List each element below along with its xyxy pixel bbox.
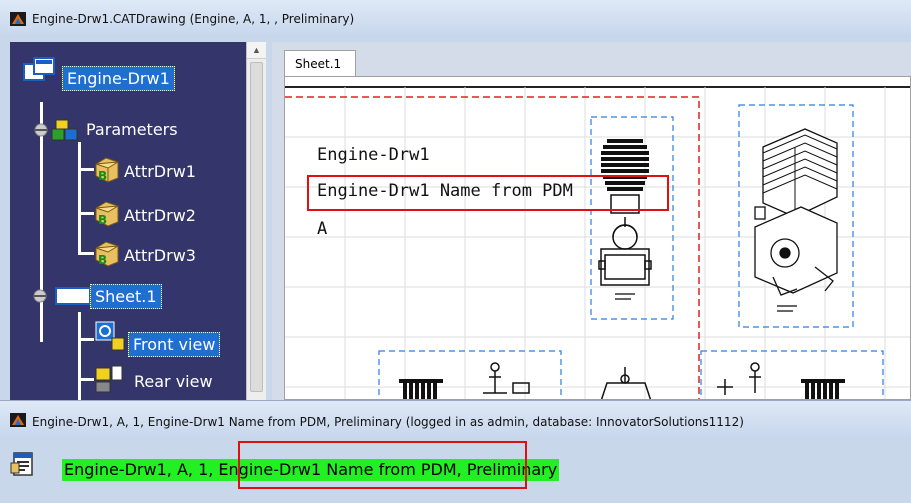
attribute-icon[interactable]: B	[92, 238, 122, 268]
drawing-area: Sheet.1 Engine-Drw1 Engine-Drw1 Name fro…	[272, 42, 911, 400]
svg-text:B: B	[98, 169, 107, 183]
attribute-icon[interactable]: B	[92, 154, 122, 184]
app-document-icon[interactable]	[10, 451, 36, 477]
attribute-icon[interactable]: B	[92, 198, 122, 228]
tree-item-attrdrw3[interactable]: AttrDrw3	[124, 246, 196, 265]
properties-window-title: Engine-Drw1, A, 1, Engine-Drw1 Name from…	[32, 415, 744, 429]
tree-item-attrdrw2[interactable]: AttrDrw2	[124, 206, 196, 225]
tree-scrollbar[interactable]: ▲	[246, 42, 266, 400]
sheet-icon[interactable]	[30, 286, 92, 306]
pdm-name-field-highlight-box	[238, 441, 527, 489]
product-icon[interactable]	[22, 56, 58, 86]
tree-item-sheet1[interactable]: Sheet.1	[90, 284, 162, 309]
tree-item-front-view[interactable]: Front view	[128, 332, 221, 357]
scroll-thumb[interactable]	[250, 62, 263, 392]
svg-text:B: B	[98, 213, 107, 227]
drawing-sheet[interactable]: Engine-Drw1 Engine-Drw1 Name from PDM A	[284, 76, 911, 400]
tree-item-attrdrw1[interactable]: AttrDrw1	[124, 162, 196, 181]
tree-connector	[78, 378, 94, 381]
tree-item-engine-drw1[interactable]: Engine-Drw1	[62, 66, 175, 91]
svg-text:B: B	[98, 253, 107, 267]
drawing-window: Engine-Drw1.CATDrawing (Engine, A, 1, , …	[0, 0, 911, 400]
scroll-up-arrow-icon[interactable]: ▲	[247, 42, 266, 59]
engine-bottom-views-graphic	[399, 362, 845, 399]
tab-sheet1[interactable]: Sheet.1	[284, 50, 356, 76]
front-view-icon[interactable]	[94, 320, 126, 352]
tree-item-rear-view[interactable]: Rear view	[134, 372, 213, 391]
rear-view-icon[interactable]	[94, 364, 128, 394]
view-box	[700, 350, 884, 399]
drawing-text-revision[interactable]: A	[317, 219, 327, 239]
drawing-text-name[interactable]: Engine-Drw1	[317, 145, 430, 165]
catia-window-icon	[10, 12, 26, 26]
tree-connector	[78, 338, 94, 341]
view-caption	[615, 293, 635, 300]
drawing-window-title: Engine-Drw1.CATDrawing (Engine, A, 1, , …	[32, 12, 355, 26]
drawing-window-titlebar[interactable]: Engine-Drw1.CATDrawing (Engine, A, 1, , …	[0, 0, 911, 38]
tab-sheet1-label: Sheet.1	[295, 57, 342, 71]
properties-window-titlebar[interactable]: Engine-Drw1, A, 1, Engine-Drw1 Name from…	[0, 401, 911, 439]
specification-tree: Engine-Drw1 Parameters B AttrDrw1 B Attr…	[10, 42, 246, 400]
properties-window: Engine-Drw1, A, 1, Engine-Drw1 Name from…	[0, 400, 911, 503]
tree-connector	[78, 312, 81, 400]
engine-front-view-graphic	[598, 139, 652, 286]
tree-connector	[78, 142, 81, 254]
pdm-name-highlight-box	[307, 175, 669, 211]
catia-window-icon	[10, 413, 26, 427]
drawing-graphics	[285, 86, 910, 399]
tree-item-parameters[interactable]: Parameters	[86, 120, 178, 139]
parameters-icon[interactable]	[32, 118, 80, 142]
